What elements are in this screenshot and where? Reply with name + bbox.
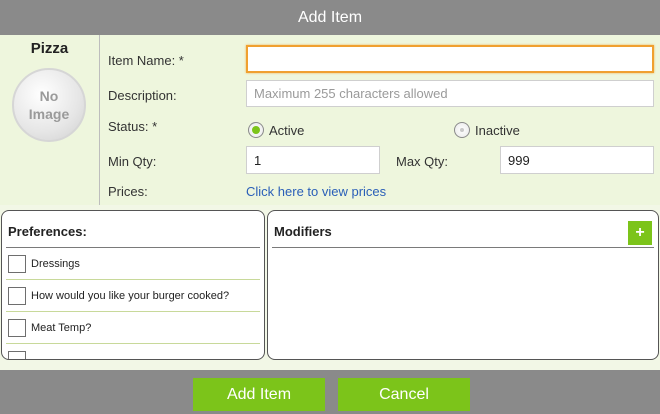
item-name-input[interactable] xyxy=(246,45,654,73)
checkbox-icon[interactable] xyxy=(8,351,26,359)
status-active-label: Active xyxy=(269,122,305,138)
preference-label: How would you like your burger cooked? xyxy=(31,290,230,302)
preference-item-burger-cooked[interactable]: How would you like your burger cooked? xyxy=(6,281,260,312)
max-qty-input[interactable]: 999 xyxy=(500,146,654,174)
min-qty-input[interactable]: 1 xyxy=(246,146,380,174)
radio-selected-icon xyxy=(248,122,264,138)
preference-label: Dressings xyxy=(31,258,80,270)
checkbox-icon[interactable] xyxy=(8,255,26,273)
prices-label: Prices: xyxy=(108,184,148,199)
preferences-panel: Preferences: Dressings How would you lik… xyxy=(1,210,265,360)
dialog-title: Add Item xyxy=(297,8,363,26)
status-inactive-radio[interactable]: Inactive xyxy=(454,122,520,138)
no-image-placeholder[interactable]: No Image xyxy=(12,68,86,142)
add-item-button[interactable]: Add Item xyxy=(193,378,325,411)
item-name-label: Item Name: * xyxy=(108,53,184,68)
status-label: Status: * xyxy=(108,119,158,134)
radio-unselected-icon xyxy=(454,122,470,138)
preference-item-meat-temp[interactable]: Meat Temp? xyxy=(6,313,260,344)
modifiers-title: Modifiers xyxy=(274,224,332,239)
view-prices-link[interactable]: Click here to view prices xyxy=(246,184,386,199)
checkbox-icon[interactable] xyxy=(8,319,26,337)
cancel-button[interactable]: Cancel xyxy=(338,378,470,411)
status-inactive-label: Inactive xyxy=(475,122,520,138)
status-active-radio[interactable]: Active xyxy=(248,122,304,138)
description-label: Description: xyxy=(108,88,177,103)
description-input[interactable]: Maximum 255 characters allowed xyxy=(246,80,654,107)
item-form: Item Name: * Description: Maximum 255 ch… xyxy=(99,35,660,205)
dialog-footer: Add Item Cancel xyxy=(0,370,660,414)
modifiers-divider xyxy=(272,247,654,248)
preferences-divider xyxy=(6,247,260,248)
preferences-title: Preferences: xyxy=(8,224,87,239)
dialog-title-bar: Add Item xyxy=(0,0,660,35)
add-modifier-button[interactable]: + xyxy=(628,221,652,245)
preference-item-partial[interactable] xyxy=(6,345,260,359)
preference-label: Meat Temp? xyxy=(31,322,92,334)
modifiers-panel: Modifiers + xyxy=(267,210,659,360)
checkbox-icon[interactable] xyxy=(8,287,26,305)
max-qty-label: Max Qty: xyxy=(396,154,449,169)
item-image-pane: Pizza No Image xyxy=(0,35,99,205)
category-title: Pizza xyxy=(30,40,69,57)
no-image-text: No Image xyxy=(28,88,70,122)
plus-icon: + xyxy=(635,224,645,241)
min-qty-label: Min Qty: xyxy=(108,154,157,169)
preference-item-dressings[interactable]: Dressings xyxy=(6,249,260,280)
